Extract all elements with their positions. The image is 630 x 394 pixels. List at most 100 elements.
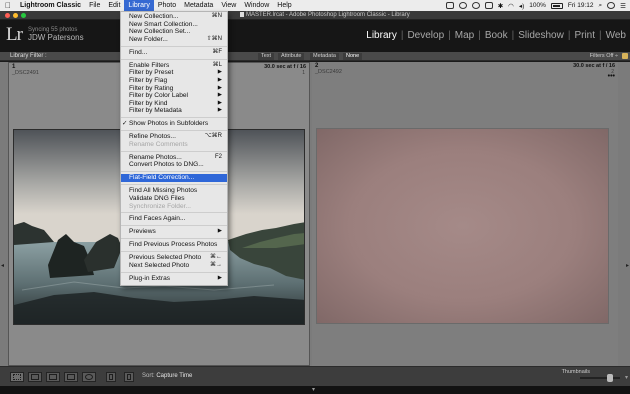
close-button[interactable] (5, 13, 10, 18)
volume-icon[interactable]: ◂) (519, 2, 524, 10)
menu-item-filter-by-kind[interactable]: Filter by Kind ▶ (121, 100, 227, 108)
menu-item-label: Find Faces Again... (129, 215, 186, 223)
menu-item-filter-by-metadata[interactable]: Filter by Metadata ▶ (121, 107, 227, 115)
siri-icon[interactable] (607, 2, 616, 9)
checkmark-icon: ✓ (122, 120, 128, 128)
menu-item-find-faces-again[interactable]: Find Faces Again... (121, 215, 227, 223)
menu-item-shortcut: ⌘F (212, 48, 222, 55)
menu-item-show-photos-in-subfolders[interactable]: ✓ Show Photos in Subfolders (121, 120, 227, 128)
menu-item-rename-photos[interactable]: Rename Photos... F2 (121, 154, 227, 162)
list-icon[interactable]: ☰ (620, 2, 626, 10)
filter-none-tab[interactable]: None (343, 53, 363, 60)
search-icon[interactable]: ⌕ (599, 2, 603, 10)
menu-help[interactable]: Help (273, 0, 295, 11)
compare-view-button[interactable] (46, 372, 60, 382)
menu-item-refine-photos[interactable]: Refine Photos... ⌥⌘R (121, 133, 227, 141)
menu-item-validate-dng-files[interactable]: Validate DNG Files (121, 195, 227, 203)
menu-window[interactable]: Window (240, 0, 273, 11)
thumbnail-size-slider[interactable] (580, 374, 620, 382)
menu-item-find-previous-process-photos[interactable]: Find Previous Process Photos (121, 241, 227, 249)
menu-item-label: Find Previous Process Photos (129, 241, 218, 249)
sort-direction-button[interactable] (124, 372, 134, 382)
menu-item-new-folder[interactable]: New Folder... ⇧⌘N (121, 36, 227, 44)
airplay-icon[interactable] (484, 2, 493, 9)
zoom-button[interactable] (21, 13, 26, 18)
slider-knob[interactable] (606, 374, 613, 382)
module-map[interactable]: Map (455, 30, 474, 41)
menu-item-filter-by-preset[interactable]: Filter by Preset ▶ (121, 69, 227, 77)
menu-item-previous-selected-photo[interactable]: Previous Selected Photo ⌘← (121, 254, 227, 262)
dropbox-icon[interactable] (445, 2, 454, 9)
menu-item-label: Convert Photos to DNG... (129, 161, 204, 169)
menu-item-synchronize-folder: Synchronize Folder... (121, 203, 227, 211)
menu-item-label: Rename Photos... (129, 153, 182, 161)
menu-item-label: Filter by Kind (129, 99, 168, 107)
menu-item-previews[interactable]: Previews ▶ (121, 228, 227, 236)
menu-item-new-smart-collection[interactable]: New Smart Collection... (121, 21, 227, 29)
filmstrip-toggle-icon[interactable]: ▾ (312, 386, 315, 393)
bluetooth-icon[interactable]: ✱ (498, 2, 503, 10)
menu-item-label: New Folder... (129, 35, 168, 43)
lightroom-logo-icon: Lr (6, 24, 23, 45)
loupe-view-button[interactable] (28, 372, 42, 382)
menu-edit[interactable]: Edit (104, 0, 124, 11)
right-panel-toggle-icon[interactable]: ▸ (626, 262, 629, 269)
clock[interactable]: Fri 19:12 (568, 2, 594, 9)
cloud-icon[interactable] (458, 2, 467, 9)
menu-item-find[interactable]: Find... ⌘F (121, 49, 227, 57)
cell-badges[interactable]: ••• (608, 73, 615, 80)
sort-control[interactable]: Sort: Capture Time (142, 373, 192, 379)
module-develop[interactable]: Develop (407, 30, 444, 41)
painter-button[interactable] (106, 372, 116, 382)
apple-icon[interactable]:  (0, 1, 16, 10)
menu-photo[interactable]: Photo (154, 0, 180, 11)
menu-library[interactable]: Library (124, 0, 154, 11)
menu-separator (121, 171, 227, 173)
menu-item-filter-by-rating[interactable]: Filter by Rating ▶ (121, 85, 227, 93)
filter-attribute-tab[interactable]: Attribute (278, 53, 305, 60)
menu-item-new-collection-set[interactable]: New Collection Set... (121, 28, 227, 36)
menu-item-flat-field-correction[interactable]: Flat-Field Correction... (121, 174, 227, 182)
battery-icon[interactable] (550, 2, 563, 9)
filter-text-tab[interactable]: Text (258, 53, 275, 60)
menu-item-next-selected-photo[interactable]: Next Selected Photo ⌘→ (121, 262, 227, 270)
module-web[interactable]: Web (606, 30, 626, 41)
lock-icon[interactable] (622, 53, 628, 59)
window-titlebar: MASTER.lrcat - Adobe Photoshop Lightroom… (0, 11, 630, 20)
submenu-arrow-icon: ▶ (217, 84, 222, 91)
menu-view[interactable]: View (217, 0, 240, 11)
grid-view-button[interactable] (10, 372, 24, 382)
grid-cell[interactable]: 2 _DSC2492 30.0 sec at f / 16 2 ••• (312, 62, 618, 366)
people-view-button[interactable] (82, 372, 96, 382)
menu-app-name[interactable]: Lightroom Classic (16, 0, 85, 11)
module-print[interactable]: Print (574, 30, 595, 41)
toolbar-menu-icon[interactable]: ▾ (625, 374, 628, 381)
sync-icon[interactable] (471, 2, 480, 9)
menu-separator (121, 271, 227, 273)
module-separator: | (599, 30, 602, 41)
menu-item-plug-in-extras[interactable]: Plug-in Extras ▶ (121, 275, 227, 283)
survey-view-button[interactable] (64, 372, 78, 382)
sort-value[interactable]: Capture Time (156, 373, 192, 379)
filter-metadata-tab[interactable]: Metadata (310, 53, 339, 60)
menu-item-convert-photos-to-dng[interactable]: Convert Photos to DNG... (121, 161, 227, 169)
window-title-text: MASTER.lrcat - Adobe Photoshop Lightroom… (246, 12, 410, 18)
filters-preset-dropdown[interactable]: Filters Off ÷ (590, 52, 618, 61)
menu-metadata[interactable]: Metadata (180, 0, 217, 11)
menu-item-filter-by-flag[interactable]: Filter by Flag ▶ (121, 77, 227, 85)
module-book[interactable]: Book (485, 30, 508, 41)
menu-separator (121, 117, 227, 119)
submenu-arrow-icon: ▶ (217, 69, 222, 76)
thumbnails-label: Thumbnails (561, 369, 590, 375)
left-panel-toggle-icon[interactable]: ◂ (1, 262, 4, 269)
menu-file[interactable]: File (85, 0, 104, 11)
menu-item-enable-filters[interactable]: Enable Filters ⌘L (121, 62, 227, 70)
menu-item-new-collection[interactable]: New Collection... ⌘N (121, 13, 227, 21)
module-slideshow[interactable]: Slideshow (518, 30, 564, 41)
menu-item-filter-by-color-label[interactable]: Filter by Color Label ▶ (121, 92, 227, 100)
module-library[interactable]: Library (366, 30, 397, 41)
photo-thumbnail[interactable] (316, 128, 609, 324)
wifi-icon[interactable]: ◠ (508, 2, 514, 10)
menu-item-find-all-missing-photos[interactable]: Find All Missing Photos (121, 187, 227, 195)
minimize-button[interactable] (13, 13, 18, 18)
